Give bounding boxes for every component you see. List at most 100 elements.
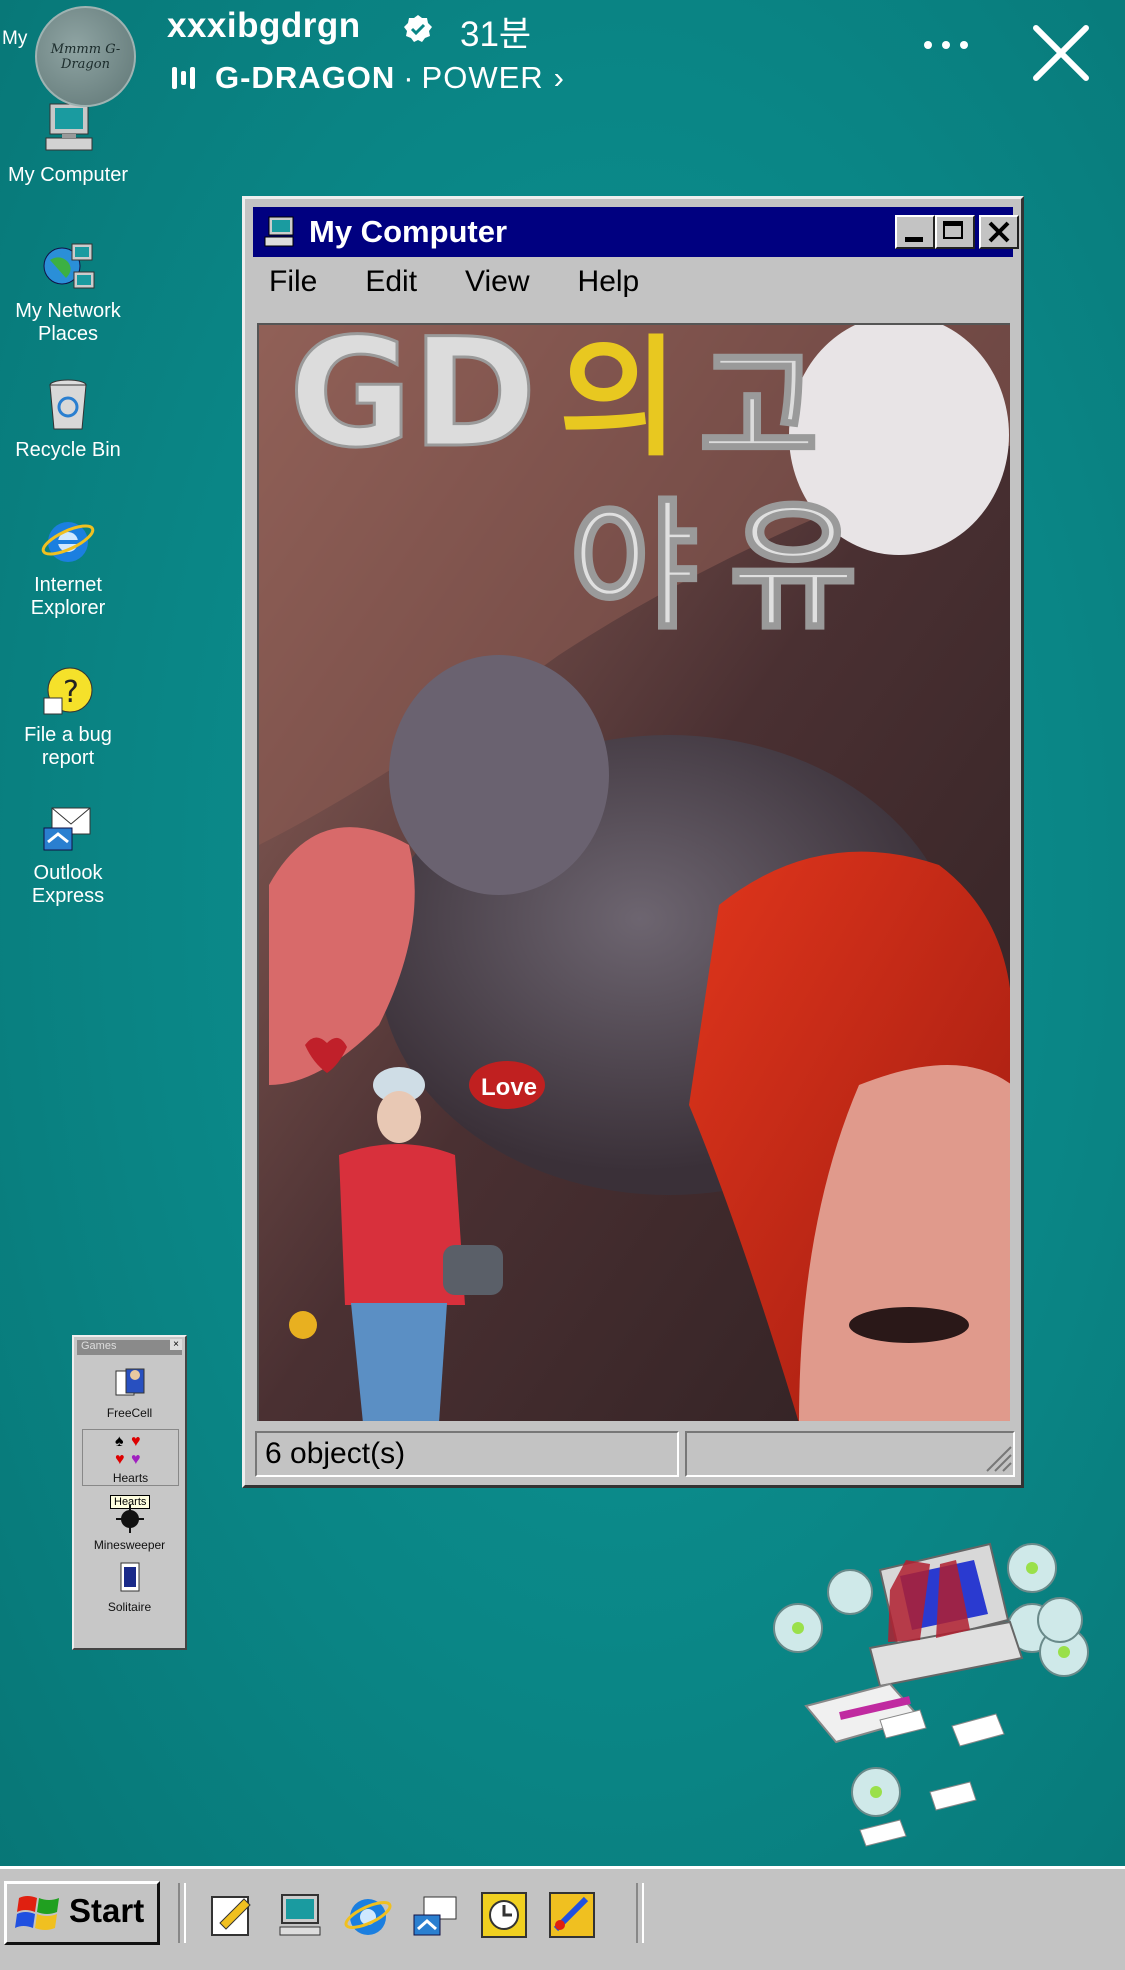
bug-report-icon: ?: [38, 660, 98, 720]
quicklaunch-notepad-icon[interactable]: [206, 1889, 258, 1941]
menu-edit[interactable]: Edit: [351, 265, 417, 309]
my-computer-window: My Computer File Edit View Help Love GD …: [242, 196, 1024, 1488]
recycle-bin-icon: [38, 375, 98, 435]
network-globe-icon: [38, 236, 98, 296]
close-icon: [988, 221, 1010, 243]
desktop-icon-internet-explorer[interactable]: Internet Explorer: [6, 510, 130, 620]
game-hearts[interactable]: ♠ ♥ ♥ ♥ Hearts: [82, 1429, 179, 1486]
desktop-icon-recycle-bin[interactable]: Recycle Bin: [6, 375, 130, 462]
game-freecell[interactable]: FreeCell: [82, 1365, 177, 1420]
computer-cds-illustration: [773, 1542, 1089, 1847]
window-titlebar[interactable]: My Computer: [253, 207, 1019, 257]
label-line: Outlook: [33, 862, 103, 884]
games-close-button[interactable]: ×: [170, 1339, 182, 1350]
status-cell-empty: [685, 1431, 1015, 1477]
quicklaunch-clock-icon[interactable]: [478, 1889, 530, 1941]
menu-help[interactable]: Help: [564, 265, 640, 309]
computer-icon: [264, 216, 294, 247]
desktop-icon-label: Internet Explorer: [6, 574, 130, 620]
quicklaunch-paint-icon[interactable]: [546, 1889, 598, 1941]
minimize-icon: [905, 237, 923, 242]
taskbar: Start: [0, 1866, 1125, 1970]
desktop-icon-my-network-places[interactable]: My Network Places: [6, 236, 130, 346]
games-title: Games: [81, 1340, 117, 1352]
minesweeper-icon: [115, 1505, 144, 1533]
audio-bars-icon: [172, 67, 195, 89]
window-close-button[interactable]: [979, 215, 1019, 249]
start-button[interactable]: Start: [4, 1881, 160, 1945]
music-song: POWER: [421, 60, 544, 95]
svg-text:♠: ♠: [115, 1433, 124, 1450]
svg-text:?: ?: [63, 675, 79, 710]
story-header: Mmmm G-Dragon xxxibgdrgn 31분 G-DRAGON · …: [0, 0, 1125, 110]
games-titlebar[interactable]: Games: [77, 1340, 182, 1355]
status-object-count: 6 object(s): [255, 1431, 679, 1477]
desktop-icon-outlook-express[interactable]: Outlook Express: [6, 798, 130, 908]
label-line: Express: [31, 885, 105, 907]
menu-view[interactable]: View: [451, 265, 529, 309]
label-line: Explorer: [30, 597, 106, 619]
close-icon[interactable]: [1030, 22, 1092, 84]
game-label: Solitaire: [107, 1600, 152, 1614]
menu-file[interactable]: File: [255, 265, 317, 309]
hearts-icon: ♠ ♥♥ ♥: [115, 1433, 141, 1468]
quicklaunch-outlook-express-icon[interactable]: [410, 1889, 462, 1941]
internet-explorer-icon: [38, 510, 98, 570]
username[interactable]: xxxibgdrgn: [167, 6, 361, 46]
label-line: My Network: [15, 300, 121, 322]
avatar-signature: Mmmm G-Dragon: [50, 42, 121, 72]
love-sticker: Love: [469, 1061, 545, 1109]
title-korean-2: 고: [699, 332, 819, 484]
quicklaunch-internet-explorer-icon[interactable]: [342, 1889, 394, 1941]
label-line: File a bug: [24, 724, 112, 746]
label-line: report: [41, 747, 95, 769]
window-title: My Computer: [309, 214, 508, 249]
desktop-icon-label: Outlook Express: [6, 862, 130, 908]
svg-text:♥: ♥: [115, 1451, 125, 1466]
resize-grip-icon[interactable]: [983, 1443, 1013, 1473]
svg-text:♥: ♥: [131, 1433, 141, 1450]
title-korean-1: 의: [559, 325, 679, 474]
title-korean-3: 야: [569, 486, 698, 649]
desktop-icon-label: Recycle Bin: [15, 439, 121, 461]
avatar[interactable]: Mmmm G-Dragon: [35, 6, 136, 107]
taskbar-separator: [178, 1883, 186, 1943]
desktop-icon-label: File a bug report: [6, 724, 130, 770]
quicklaunch-desktop-icon[interactable]: [274, 1889, 326, 1941]
start-label: Start: [69, 1892, 145, 1929]
window-status-bar: 6 object(s): [255, 1431, 1015, 1477]
freecell-icon: [115, 1368, 144, 1396]
windows-logo-icon: [15, 1896, 59, 1930]
menu-bar: File Edit View Help: [255, 265, 673, 309]
music-sticker[interactable]: G-DRAGON · POWER ›: [172, 58, 564, 98]
more-options-icon[interactable]: [918, 30, 978, 60]
desktop-icon-label: My Computer: [7, 164, 129, 186]
desktop-icon-label: My Network Places: [6, 300, 130, 346]
title-korean-4: 유: [729, 486, 858, 649]
game-solitaire[interactable]: Solitaire: [82, 1559, 177, 1614]
taskbar-separator: [636, 1883, 644, 1943]
desktop-icon-file-a-bug-report[interactable]: ? File a bug report: [6, 660, 130, 770]
verified-badge-icon: [404, 15, 432, 42]
svg-text:♥: ♥: [131, 1451, 141, 1466]
game-label: Hearts: [112, 1471, 149, 1485]
solitaire-icon: [120, 1562, 139, 1592]
post-time: 31분: [460, 15, 532, 54]
music-artist: G-DRAGON: [215, 60, 396, 95]
story-photo: Love GD 의 고 야 유: [259, 325, 1010, 1421]
label-line: Places: [37, 323, 99, 345]
outlook-express-icon: [38, 798, 98, 858]
label-line: Internet: [34, 574, 102, 596]
game-label: Minesweeper: [93, 1538, 166, 1552]
maximize-button[interactable]: [935, 215, 975, 249]
title-latin: GD: [289, 325, 537, 481]
maximize-icon: [943, 221, 963, 239]
game-minesweeper[interactable]: Minesweeper: [82, 1497, 177, 1552]
desktop-icon-my-computer[interactable]: My Computer: [6, 100, 130, 187]
game-label: FreeCell: [106, 1406, 153, 1420]
window-content-image: Love GD 의 고 야 유: [257, 323, 1010, 1421]
games-window: Games × FreeCell ♠ ♥ ♥ ♥ Hearts Hearts Mine…: [72, 1335, 187, 1650]
music-separator: ·: [403, 60, 414, 95]
minimize-button[interactable]: [895, 215, 935, 249]
love-sticker-text: Love: [481, 1074, 537, 1101]
